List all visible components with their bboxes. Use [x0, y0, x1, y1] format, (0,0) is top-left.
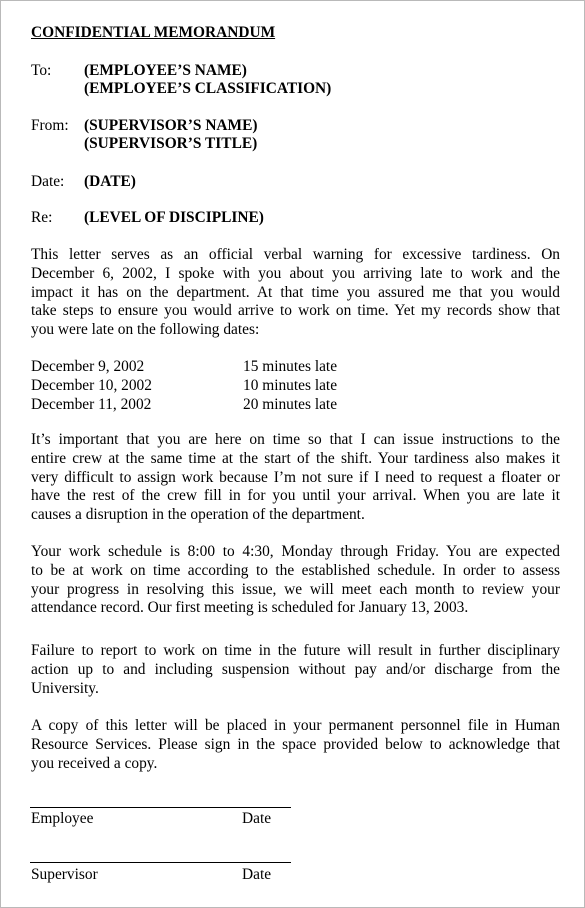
- schedule-paragraph: Your work schedule is 8:00 to 4:30, Mond…: [31, 543, 560, 618]
- text-line: causes a disruption in the operation of …: [31, 506, 365, 524]
- text-line: to be at work on time according to the e…: [31, 561, 560, 579]
- tardiness-duration: 20 minutes late: [243, 395, 338, 413]
- failure-paragraph: Failure to report to work on time in the…: [31, 642, 560, 698]
- text-line: very difficult to assign work because I’…: [31, 468, 560, 486]
- tardiness-row: December 10, 2002 10 minutes late: [31, 377, 431, 396]
- text-line: It’s important that you are here on time…: [31, 431, 560, 448]
- tardiness-row: December 11, 2002 20 minutes late: [31, 396, 431, 415]
- tardiness-date: December 11, 2002: [31, 395, 152, 413]
- text-line: have the rest of the crew fill in for yo…: [31, 487, 560, 505]
- tardiness-row: December 9, 2002 15 minutes late: [31, 358, 431, 377]
- employee-date-label: Date: [242, 810, 272, 827]
- text-line: Resource Services. Please sign in the sp…: [31, 735, 560, 753]
- text-line: December 6, 2002, I spoke with you about…: [31, 264, 560, 282]
- text-line: your progress in resolving this issue, w…: [31, 580, 560, 598]
- supervisor-name: (SUPERVISOR’S NAME): [84, 117, 258, 134]
- date-value: (DATE): [84, 173, 136, 190]
- re-value: (LEVEL OF DISCIPLINE): [84, 209, 264, 226]
- copy-paragraph: A copy of this letter will be placed in …: [31, 717, 560, 773]
- from-label: From:: [31, 117, 69, 134]
- text-line: Your work schedule is 8:00 to 4:30, Mond…: [31, 543, 560, 560]
- tardiness-duration: 10 minutes late: [243, 376, 338, 394]
- text-line: you received a copy.: [31, 754, 158, 772]
- text-line: entire crew at the same time at the star…: [31, 449, 560, 467]
- tardiness-duration: 15 minutes late: [243, 358, 338, 375]
- text-line: impact it has on the department. At that…: [31, 283, 560, 301]
- tardiness-list: December 9, 2002 15 minutes late Decembe…: [31, 358, 431, 414]
- employee-signature-line[interactable]: [30, 807, 291, 808]
- supervisor-date-label: Date: [242, 866, 272, 883]
- supervisor-title: (SUPERVISOR’S TITLE): [84, 135, 258, 152]
- text-line: action up to and including suspension wi…: [31, 660, 560, 678]
- memo-page: CONFIDENTIAL MEMORANDUM To: (EMPLOYEE’S …: [0, 0, 585, 908]
- memo-title: CONFIDENTIAL MEMORANDUM: [31, 24, 276, 41]
- re-label: Re:: [31, 209, 53, 226]
- text-line: A copy of this letter will be placed in …: [31, 717, 560, 734]
- tardiness-date: December 9, 2002: [31, 358, 145, 375]
- importance-paragraph: It’s important that you are here on time…: [31, 431, 560, 525]
- text-line: Failure to report to work on time in the…: [31, 642, 560, 659]
- employee-signature-label: Employee: [31, 810, 94, 827]
- text-line: you were late on the following dates:: [31, 321, 260, 339]
- employee-classification: (EMPLOYEE’S CLASSIFICATION): [84, 80, 332, 97]
- tardiness-date: December 10, 2002: [31, 376, 152, 394]
- text-line: take steps to ensure you would arrive to…: [31, 302, 560, 320]
- supervisor-signature-label: Supervisor: [31, 866, 98, 883]
- employee-name: (EMPLOYEE’S NAME): [84, 62, 247, 79]
- date-label: Date:: [31, 173, 65, 190]
- text-line: This letter serves as an official verbal…: [31, 246, 560, 263]
- intro-paragraph: This letter serves as an official verbal…: [31, 246, 560, 340]
- supervisor-signature-line[interactable]: [30, 862, 291, 863]
- text-line: University.: [31, 679, 99, 697]
- text-line: attendance record. Our first meeting is …: [31, 599, 469, 617]
- to-label: To:: [31, 62, 52, 79]
